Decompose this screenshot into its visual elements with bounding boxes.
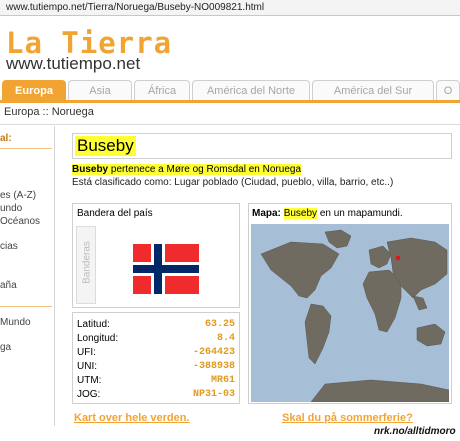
divider	[0, 124, 460, 125]
place-title-box: Buseby	[72, 133, 452, 159]
world-map-link[interactable]: Kart over hele verden.	[74, 412, 190, 424]
coord-value: 8.4	[216, 333, 235, 344]
tab-america-sur[interactable]: América del Sur	[312, 80, 434, 100]
sidebar-divider	[0, 148, 52, 149]
continent-tabs: Europa Asia África América del Norte Amé…	[0, 80, 460, 102]
sidebar: al: es (A-Z) undo Océanos cias aña Mundo…	[0, 126, 55, 426]
coord-label: UFI:	[77, 347, 96, 358]
coord-value: -388938	[192, 361, 235, 372]
coord-label: UTM:	[77, 375, 102, 386]
coord-value: MR61	[210, 375, 235, 386]
sidebar-item-ana[interactable]: aña	[0, 280, 17, 291]
sidebar-divider	[0, 306, 52, 307]
location-marker	[395, 255, 401, 261]
breadcrumb[interactable]: Europa :: Noruega	[4, 106, 94, 118]
place-name-highlight: Buseby	[72, 164, 109, 175]
coord-label: Latitud:	[77, 319, 110, 330]
sidebar-item-mundo[interactable]: undo	[0, 203, 22, 214]
flags-vertical-tab[interactable]: Banderas	[76, 226, 96, 304]
tab-africa[interactable]: África	[134, 80, 190, 100]
vacation-link[interactable]: Skal du på sommerferie?	[282, 412, 413, 424]
norway-flag	[133, 244, 199, 294]
coord-label: JOG:	[77, 389, 101, 400]
sidebar-item-es[interactable]: es (A-Z)	[0, 190, 36, 201]
place-region: pertenece a Møre og Romsdal en Noruega	[108, 164, 302, 175]
map-panel: Mapa: Buseby en un mapamundi.	[248, 203, 452, 404]
tab-oceania[interactable]: O	[436, 80, 460, 100]
world-map-image	[251, 224, 449, 402]
map-label: Mapa:	[252, 208, 281, 219]
map-heading: Mapa: Buseby en un mapamundi.	[252, 208, 403, 219]
site-name: www.tutiempo.net	[6, 54, 141, 73]
flag-panel: Bandera del país Banderas	[72, 203, 240, 308]
place-description: Buseby pertenece a Møre og Romsdal en No…	[72, 164, 302, 175]
map-place-highlight: Buseby	[283, 208, 318, 219]
coord-value: 63.25	[204, 319, 235, 330]
watermark: nrk.no/alltidmoro	[374, 426, 456, 437]
map-caption: en un mapamundi.	[317, 208, 403, 219]
tab-europa[interactable]: Europa	[2, 80, 66, 100]
place-classification: Está clasificado como: Lugar poblado (Ci…	[72, 177, 394, 188]
address-bar[interactable]: www.tutiempo.net/Tierra/Noruega/Buseby-N…	[0, 0, 460, 16]
coord-label: UNI:	[77, 361, 97, 372]
flags-tab-label: Banderas	[81, 241, 93, 284]
sidebar-title: al:	[0, 133, 12, 144]
coord-value: -264423	[192, 347, 235, 358]
coord-label: Longitud:	[77, 333, 119, 344]
flag-heading: Bandera del país	[77, 208, 153, 219]
sidebar-item-oceanos[interactable]: Océanos	[0, 216, 40, 227]
tab-asia[interactable]: Asia	[68, 80, 132, 100]
coord-value: NP31-03	[192, 389, 235, 400]
sidebar-item-cias[interactable]: cias	[0, 241, 18, 252]
tab-underline	[0, 100, 460, 103]
sidebar-item-ga[interactable]: ga	[0, 342, 11, 353]
place-title: Buseby	[75, 136, 136, 156]
sidebar-item-mundo-2[interactable]: Mundo	[0, 317, 31, 328]
coordinates-panel: Latitud: 63.25 Longitud: 8.4 UFI: -264423 U…	[72, 312, 240, 404]
world-map[interactable]	[251, 224, 449, 402]
tab-america-norte[interactable]: América del Norte	[192, 80, 310, 100]
